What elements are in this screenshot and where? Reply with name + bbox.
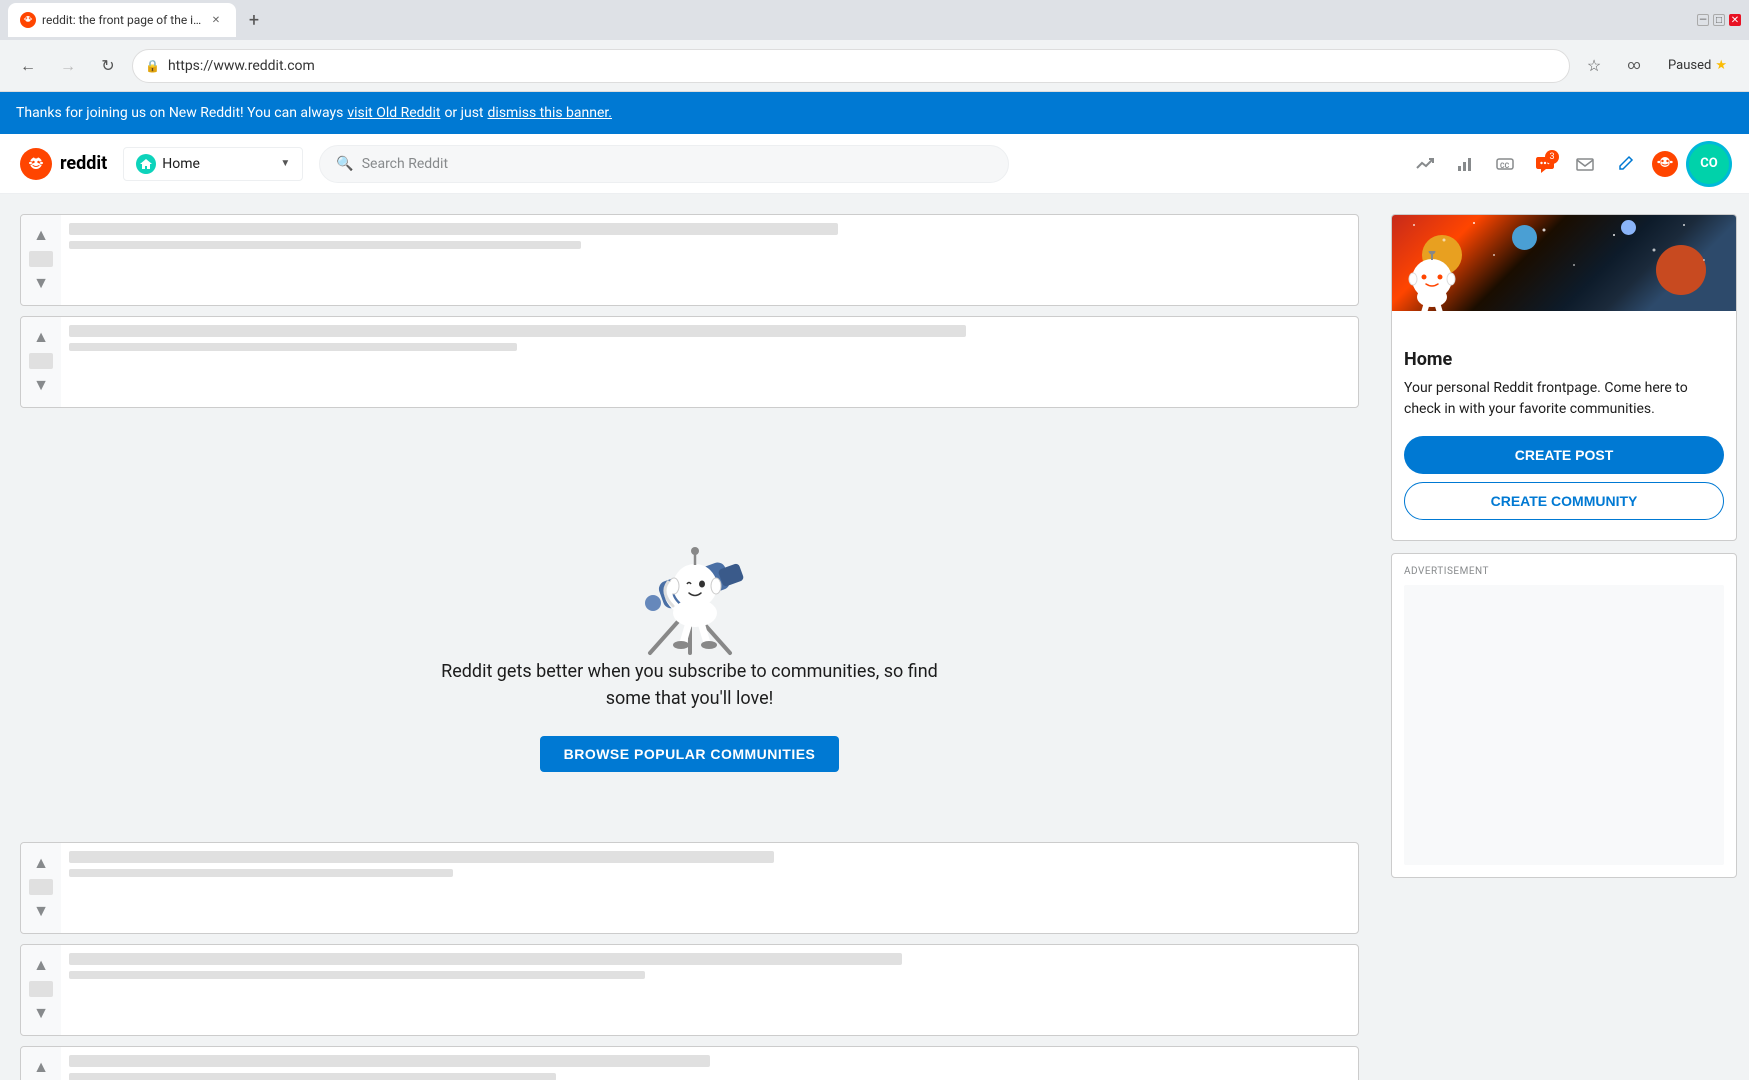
search-bar[interactable]: 🔍 Search Reddit [319,145,1009,183]
sidebar-subreddit-info: Home Your personal Reddit frontpage. Com… [1392,311,1736,540]
reddit-notification-banner: Thanks for joining us on New Reddit! You… [0,92,1749,134]
browser-tab-title: reddit: the front page of the inte [42,13,202,27]
create-community-button[interactable]: CREATE COMMUNITY [1404,482,1724,520]
post-vote-area: ▲ ▼ [21,843,61,933]
chat-button[interactable]: 3 [1529,148,1561,180]
bookmark-button[interactable]: ☆ [1578,50,1610,82]
visit-old-reddit-link[interactable]: visit Old Reddit [347,105,440,121]
downvote-button[interactable]: ▼ [29,899,53,923]
notifications-button[interactable] [1649,148,1681,180]
minimize-button[interactable]: — [1697,14,1709,26]
reddit-logo-icon [20,148,52,180]
chat-badge: 3 [1545,150,1559,164]
browser-controls: ← → ↻ 🔒 https://www.reddit.com ☆ ∞ Pause… [0,40,1749,92]
tab-favicon [20,12,36,28]
window-controls: — □ ✕ [1697,14,1741,26]
reddit-content: ▲ ▼ ▲ ▼ [0,194,1749,1080]
chart-button[interactable] [1449,148,1481,180]
browser-frame: reddit: the front page of the inte ✕ + —… [0,0,1749,1080]
maximize-button[interactable]: □ [1713,14,1725,26]
table-row: ▲ ▼ [20,214,1359,306]
post-content [61,1047,1358,1080]
banner-text: Thanks for joining us on New Reddit! You… [16,105,343,121]
empty-state-text: Reddit gets better when you subscribe to… [440,658,940,712]
compose-button[interactable] [1609,148,1641,180]
table-row: ▲ ▼ [20,842,1359,934]
url-text: https://www.reddit.com [168,58,1557,74]
upvote-button[interactable]: ▲ [29,325,53,349]
user-avatar-button[interactable]: CO [1689,144,1729,184]
home-sidebar-card: Home Your personal Reddit frontpage. Com… [1391,214,1737,541]
close-button[interactable]: ✕ [1729,14,1741,26]
create-post-button[interactable]: CREATE POST [1404,436,1724,474]
browser-tab[interactable]: reddit: the front page of the inte ✕ [8,3,236,37]
snoo-telescope-illustration [590,478,790,658]
banner-middle-text: or just [444,105,483,121]
mail-button[interactable] [1569,148,1601,180]
paused-button[interactable]: Paused ★ [1658,54,1737,77]
dismiss-banner-link[interactable]: dismiss this banner. [488,105,612,121]
post-content [61,843,1358,933]
trending-button[interactable] [1409,148,1441,180]
post-vote-area: ▲ ▼ [21,317,61,407]
downvote-button[interactable]: ▼ [29,373,53,397]
browser-titlebar: reddit: the front page of the inte ✕ + —… [0,0,1749,40]
reddit-sidebar: Home Your personal Reddit frontpage. Com… [1379,194,1749,1080]
search-icon: 🔍 [336,156,353,172]
svg-text:CC: CC [1500,162,1510,170]
sidebar-title: Home [1404,349,1724,370]
sidebar-banner [1392,215,1736,311]
user-initials: CO [1700,156,1717,171]
search-placeholder: Search Reddit [362,156,448,172]
reddit-main: ▲ ▼ ▲ ▼ [0,194,1379,1080]
post-vote-area: ▲ ▼ [21,1047,61,1080]
reddit-logo-text: reddit [60,153,107,174]
table-row: ▲ ▼ [20,944,1359,1036]
empty-state: Reddit gets better when you subscribe to… [20,418,1359,832]
upvote-button[interactable]: ▲ [29,851,53,875]
forward-button[interactable]: → [52,50,84,82]
chevron-down-icon: ▼ [280,158,290,169]
upvote-button[interactable]: ▲ [29,223,53,247]
advertisement-label: ADVERTISEMENT [1404,566,1724,577]
refresh-button[interactable]: ↻ [92,50,124,82]
table-row: ▲ ▼ [20,1046,1359,1080]
lock-icon: 🔒 [145,59,160,73]
post-vote-area: ▲ ▼ [21,215,61,305]
snoo-icon [1404,251,1459,311]
downvote-button[interactable]: ▼ [29,271,53,295]
subreddit-selector[interactable]: Home ▼ [123,147,303,181]
new-tab-button[interactable]: + [240,6,268,34]
reddit-logo[interactable]: reddit [20,148,107,180]
paused-label: Paused [1668,58,1711,73]
post-content [61,317,1358,407]
upvote-button[interactable]: ▲ [29,953,53,977]
post-list: ▲ ▼ ▲ ▼ [20,214,1359,1080]
browse-communities-button[interactable]: BROWSE POPULAR COMMUNITIES [540,736,840,772]
header-actions: CC 3 [1409,144,1729,184]
address-bar[interactable]: 🔒 https://www.reddit.com [132,49,1570,83]
reddit-header: reddit Home ▼ 🔍 Search Reddit [0,134,1749,194]
advertisement-card: ADVERTISEMENT [1391,553,1737,878]
post-content [61,945,1358,1035]
post-content [61,215,1358,305]
browser-toolbar-right: ☆ ∞ Paused ★ [1578,50,1737,82]
back-button[interactable]: ← [12,50,44,82]
upvote-button[interactable]: ▲ [29,1055,53,1079]
downvote-button[interactable]: ▼ [29,1001,53,1025]
sidebar-description: Your personal Reddit frontpage. Come her… [1404,378,1724,420]
infinity-button[interactable]: ∞ [1618,50,1650,82]
tab-close-button[interactable]: ✕ [208,12,224,28]
home-label: Home [162,156,274,172]
home-icon [136,154,156,174]
star-icon: ★ [1715,58,1727,73]
ad-content-area [1404,585,1724,865]
post-vote-area: ▲ ▼ [21,945,61,1035]
table-row: ▲ ▼ [20,316,1359,408]
accessibility-button[interactable]: CC [1489,148,1521,180]
